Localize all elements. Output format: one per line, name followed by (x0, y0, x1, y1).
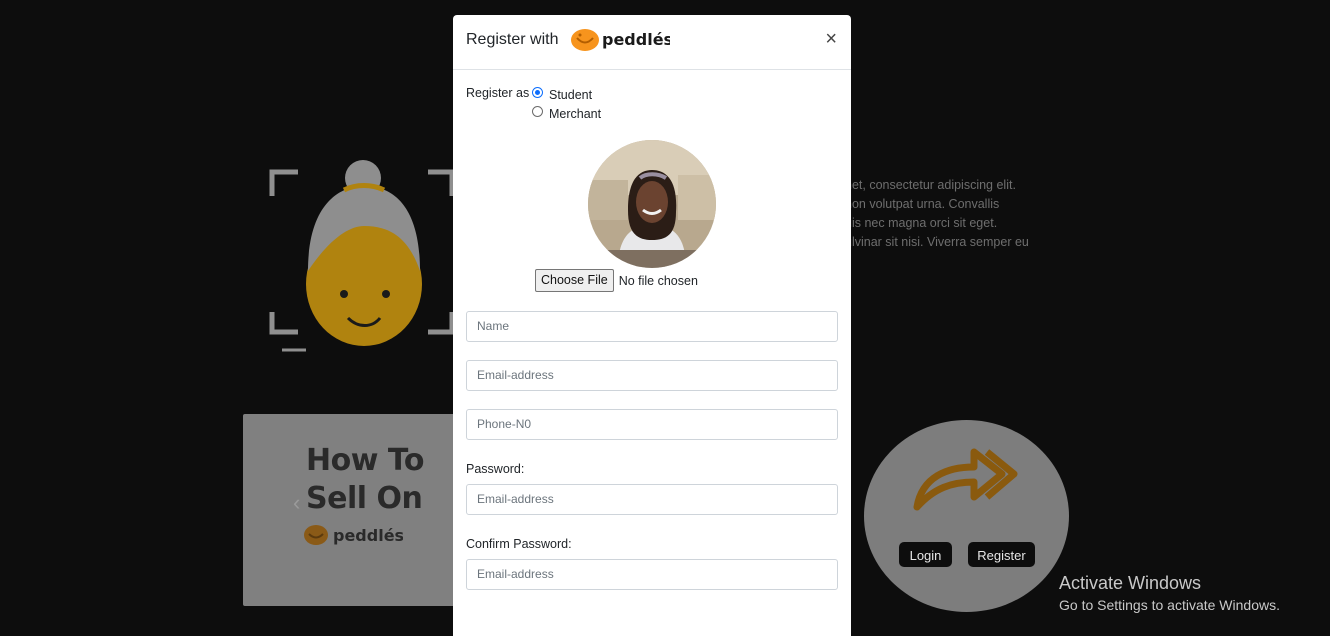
register-modal: Register with peddlés × Register as : St… (453, 15, 851, 636)
file-upload: Choose File No file chosen (535, 269, 698, 292)
login-button[interactable]: Login (899, 542, 952, 567)
confirm-password-input[interactable]: Email-address (466, 559, 838, 590)
background-paragraph: net, consectetur adipiscing elit. non vo… (845, 176, 1045, 252)
background-paragraph-line: non volutpat urna. Convallis (845, 197, 1000, 211)
register-button[interactable]: Register (968, 542, 1035, 567)
how-to-sell-card[interactable]: How To Sell On ‹ peddlés (243, 414, 455, 606)
forward-arrow-icon (913, 448, 1018, 511)
peddles-logo: peddlés (571, 29, 670, 51)
password-input[interactable]: Email-address (466, 484, 838, 515)
how-to-line: How To (306, 443, 424, 478)
radio-student[interactable] (532, 87, 543, 98)
watermark-title: Activate Windows (1059, 573, 1202, 593)
windows-activation-watermark: Activate Windows Go to Settings to activ… (1059, 572, 1280, 616)
register-as-label: Register as : (466, 86, 537, 100)
peddles-logo: peddlés (304, 525, 403, 545)
how-to-sell-heading: How To Sell On (306, 442, 424, 518)
login-register-card: Login Register (864, 420, 1069, 612)
sell-on-line: Sell On (306, 481, 423, 516)
role-option-merchant[interactable]: Merchant (532, 104, 601, 123)
watermark-subtitle: Go to Settings to activate Windows. (1059, 597, 1280, 613)
background-paragraph-line: net, consectetur adipiscing elit. (845, 178, 1016, 192)
modal-title: Register with (466, 31, 559, 48)
face-scan-illustration (269, 160, 455, 352)
radio-merchant[interactable] (532, 106, 543, 117)
phone-input[interactable]: Phone-N0 (466, 409, 838, 440)
email-input[interactable]: Email-address (466, 360, 838, 391)
confirm-password-label: Confirm Password: (466, 537, 572, 551)
svg-text:peddlés: peddlés (333, 526, 403, 545)
name-input[interactable]: Name (466, 311, 838, 342)
password-label: Password: (466, 462, 525, 476)
profile-photo (588, 140, 716, 268)
chevron-left-icon[interactable]: ‹ (293, 490, 300, 516)
close-icon[interactable]: × (825, 29, 837, 49)
role-label: Merchant (549, 106, 602, 121)
role-radio-group: Student Merchant (532, 85, 601, 123)
file-status: No file chosen (618, 273, 698, 288)
role-option-student[interactable]: Student (532, 85, 601, 104)
background-paragraph-line: ulvinar sit nisi. Viverra semper eu (845, 235, 1029, 249)
background-paragraph-line: uis nec magna orci sit eget. (845, 216, 998, 230)
svg-text:peddlés: peddlés (602, 30, 670, 49)
role-label: Student (549, 87, 593, 102)
modal-header: Register with peddlés × (453, 15, 851, 70)
choose-file-button[interactable]: Choose File (535, 269, 614, 292)
